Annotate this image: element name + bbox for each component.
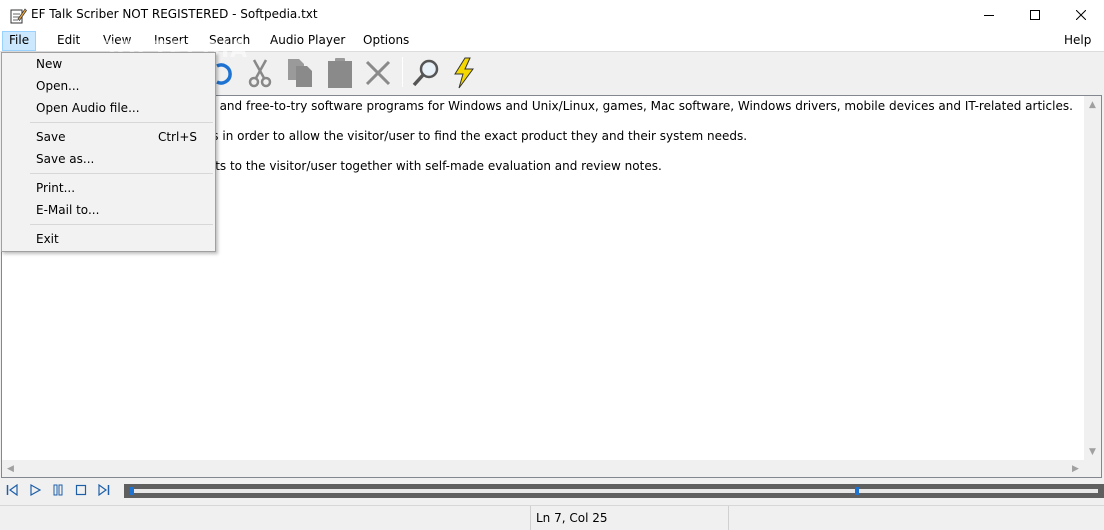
playback-marker-thumb[interactable]	[854, 487, 859, 495]
pause-button[interactable]	[50, 483, 66, 499]
editor-line: cts in order to allow the visitor/user t…	[201, 129, 748, 143]
status-divider	[728, 506, 729, 530]
menu-options[interactable]: Options	[356, 31, 416, 51]
find-icon[interactable]	[410, 56, 442, 90]
window-title: EF Talk Scriber NOT REGISTERED - Softped…	[31, 7, 318, 21]
menu-item-label: Print...	[36, 181, 76, 195]
menu-item-label: E-Mail to...	[36, 203, 100, 217]
copy-icon[interactable]	[284, 56, 316, 90]
menu-item-label: Save	[36, 130, 66, 144]
skip-forward-icon	[98, 483, 110, 499]
delete-icon[interactable]	[362, 56, 394, 90]
skip-forward-button[interactable]	[96, 483, 112, 499]
file-menu-email[interactable]: E-Mail to...	[2, 199, 215, 221]
horizontal-scrollbar[interactable]: ◀ ▶	[2, 460, 1084, 477]
scroll-right-icon[interactable]: ▶	[1067, 460, 1084, 477]
menu-separator	[30, 224, 213, 225]
play-button[interactable]	[27, 483, 43, 499]
notepad-pen-icon[interactable]	[9, 7, 27, 25]
menu-item-label: Open...	[36, 79, 80, 93]
menu-separator	[30, 122, 213, 123]
scroll-down-icon[interactable]: ▼	[1084, 443, 1101, 460]
scroll-up-icon[interactable]: ▲	[1084, 96, 1101, 113]
paste-icon[interactable]	[324, 56, 356, 90]
file-menu-save-as[interactable]: Save as...	[2, 148, 215, 170]
vertical-scrollbar[interactable]: ▲ ▼	[1084, 96, 1101, 460]
editor-line: ucts to the visitor/user together with s…	[201, 159, 662, 173]
title-bar: EF Talk Scriber NOT REGISTERED - Softped…	[0, 0, 1104, 31]
file-menu-exit[interactable]: Exit	[2, 228, 215, 250]
status-divider	[530, 506, 531, 530]
skip-back-button[interactable]	[4, 483, 20, 499]
file-menu-print[interactable]: Print...	[2, 177, 215, 199]
menu-item-label: Exit	[36, 232, 59, 246]
scroll-left-icon[interactable]: ◀	[2, 460, 19, 477]
cut-icon[interactable]	[244, 56, 276, 90]
file-menu-new[interactable]: New	[2, 53, 215, 75]
toolbar-separator	[402, 57, 403, 87]
file-menu-save[interactable]: Save Ctrl+S	[2, 126, 215, 148]
menu-separator	[30, 173, 213, 174]
minimize-button[interactable]	[966, 0, 1012, 30]
menu-help[interactable]: Help	[1057, 31, 1098, 51]
close-button[interactable]	[1058, 0, 1104, 30]
menu-item-shortcut: Ctrl+S	[157, 130, 197, 144]
menu-item-label: Open Audio file...	[36, 101, 140, 115]
cursor-position: Ln 7, Col 25	[536, 511, 608, 525]
scroll-corner	[1084, 460, 1101, 477]
skip-back-icon	[6, 483, 18, 499]
playback-lane	[132, 489, 1098, 493]
pause-icon	[52, 484, 64, 499]
menu-item-label: New	[36, 57, 63, 71]
status-bar: Ln 7, Col 25	[0, 505, 1104, 530]
file-menu-open-audio[interactable]: Open Audio file...	[2, 97, 215, 119]
play-icon	[29, 483, 42, 499]
playback-track[interactable]	[124, 484, 1104, 498]
playback-position-thumb[interactable]	[130, 487, 134, 495]
editor-line: ee and free-to-try software programs for…	[201, 99, 1073, 113]
maximize-button[interactable]	[1012, 0, 1058, 30]
menu-audio-player[interactable]: Audio Player	[263, 31, 352, 51]
menu-file[interactable]: File	[2, 31, 37, 51]
stop-button[interactable]	[73, 483, 89, 499]
maximize-icon	[1030, 10, 1040, 20]
file-menu-dropdown: New Open... Open Audio file... Save Ctrl…	[1, 52, 216, 252]
close-icon	[1076, 10, 1086, 20]
lightning-icon[interactable]	[448, 56, 480, 90]
audio-player-bar	[0, 479, 1104, 503]
menu-edit[interactable]: Edit	[50, 31, 87, 51]
menu-item-label: Save as...	[36, 152, 95, 166]
stop-icon	[75, 484, 87, 499]
minimize-icon	[984, 10, 994, 20]
file-menu-open[interactable]: Open...	[2, 75, 215, 97]
